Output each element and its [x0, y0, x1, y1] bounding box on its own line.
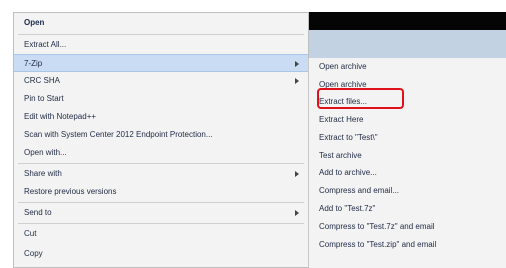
- menu-item-label: Cut: [24, 229, 37, 238]
- menu-item-label: Pin to Start: [24, 94, 64, 103]
- submenu-item-extract-to[interactable]: Extract to "Test\": [319, 131, 502, 145]
- menu-item-label: Share with: [24, 169, 62, 178]
- window-top-bar: [308, 12, 506, 30]
- submenu-item-add-to-7z[interactable]: Add to "Test.7z": [319, 202, 502, 216]
- menu-item-scan-endpoint[interactable]: Scan with System Center 2012 Endpoint Pr…: [14, 126, 308, 144]
- submenu-item-compress-7z-email[interactable]: Compress to "Test.7z" and email: [319, 220, 502, 234]
- submenu-item-add-to-archive[interactable]: Add to archive...: [319, 166, 502, 180]
- submenu-arrow-icon: [295, 171, 299, 177]
- submenu-arrow-icon: [295, 78, 299, 84]
- menu-item-label: Send to: [24, 208, 52, 217]
- menu-item-label: Edit with Notepad++: [24, 112, 97, 121]
- submenu-item-compress-email[interactable]: Compress and email...: [319, 184, 502, 198]
- menu-item-share-with[interactable]: Share with: [14, 165, 308, 183]
- menu-separator: [18, 223, 304, 224]
- menu-separator: [18, 163, 304, 164]
- menu-item-edit-notepad[interactable]: Edit with Notepad++: [14, 108, 308, 126]
- context-menu: Open Extract All... 7-Zip CRC SHA Pin to…: [13, 12, 309, 268]
- submenu-item-open-archive[interactable]: Open archive: [319, 60, 502, 74]
- menu-item-copy[interactable]: Copy: [14, 245, 308, 263]
- menu-separator: [18, 202, 304, 203]
- menu-item-cut[interactable]: Cut: [14, 225, 308, 243]
- submenu-arrow-icon: [295, 61, 299, 67]
- menu-item-label: Restore previous versions: [24, 187, 117, 196]
- window-header-band: [308, 30, 506, 58]
- submenu-item-compress-zip-email[interactable]: Compress to "Test.zip" and email: [319, 238, 502, 252]
- menu-item-crc-sha[interactable]: CRC SHA: [14, 72, 308, 90]
- menu-item-extract-all[interactable]: Extract All...: [14, 36, 308, 54]
- submenu-item-test-archive[interactable]: Test archive: [319, 149, 502, 163]
- menu-item-open[interactable]: Open: [14, 14, 308, 32]
- menu-item-restore-versions[interactable]: Restore previous versions: [14, 183, 308, 201]
- menu-item-label: Open with...: [24, 148, 67, 157]
- menu-item-pin-to-start[interactable]: Pin to Start: [14, 90, 308, 108]
- menu-item-label: Open: [24, 18, 45, 27]
- menu-item-label: Extract All...: [24, 40, 67, 49]
- menu-item-open-with[interactable]: Open with...: [14, 144, 308, 162]
- highlight-box: [317, 88, 404, 109]
- menu-item-label: CRC SHA: [24, 76, 61, 85]
- menu-item-label: Scan with System Center 2012 Endpoint Pr…: [24, 130, 213, 139]
- submenu-item-extract-here[interactable]: Extract Here: [319, 113, 502, 127]
- menu-item-label: Copy: [24, 249, 43, 258]
- menu-item-label: 7-Zip: [24, 59, 43, 68]
- menu-item-send-to[interactable]: Send to: [14, 204, 308, 222]
- menu-item-7zip[interactable]: 7-Zip: [14, 54, 308, 72]
- screenshot-stage: Open Extract All... 7-Zip CRC SHA Pin to…: [0, 0, 506, 268]
- submenu-arrow-icon: [295, 210, 299, 216]
- menu-separator: [18, 34, 304, 35]
